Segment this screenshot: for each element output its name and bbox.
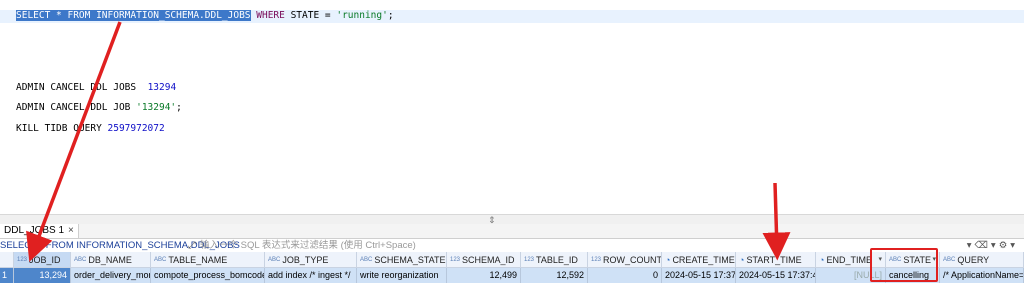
annotation-arrows [26,21,791,262]
arrow-to-start-time [762,182,791,261]
arrow-to-job-id [26,21,122,262]
